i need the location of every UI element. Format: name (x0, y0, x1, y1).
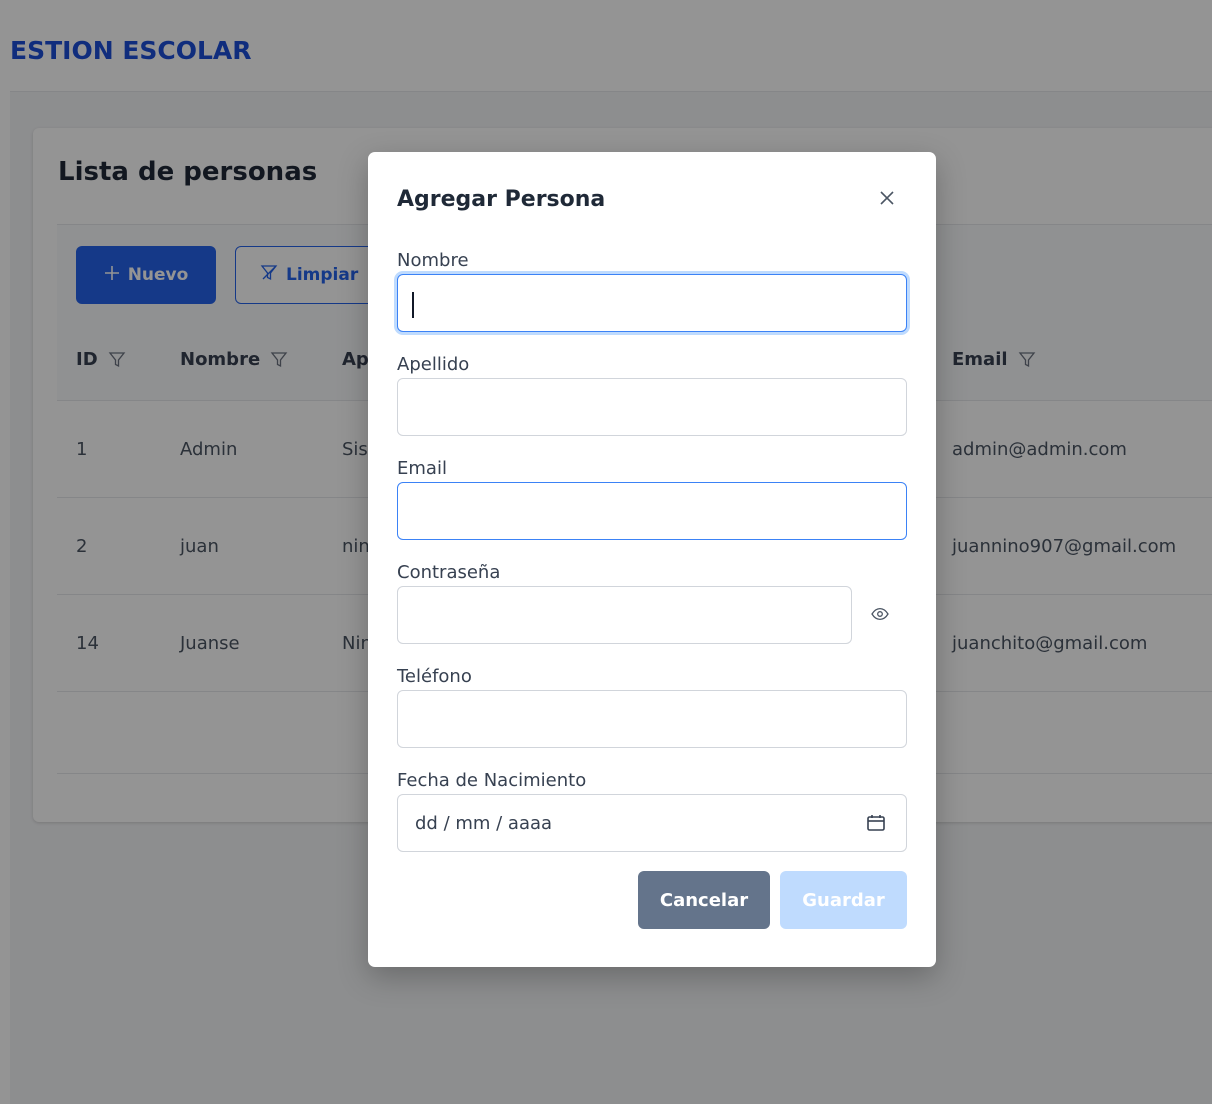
email-label: Email (397, 458, 447, 479)
page: ESTION ESCOLAR Lista de personas Nuevo L… (0, 0, 1212, 1104)
add-person-dialog: Agregar Persona Nombre Apellido Email Co… (368, 152, 936, 967)
calendar-icon[interactable] (865, 812, 887, 834)
save-button[interactable]: Guardar (780, 871, 907, 929)
text-caret (412, 292, 414, 318)
nombre-input[interactable] (397, 274, 907, 332)
email-input[interactable] (397, 482, 907, 540)
close-button[interactable] (875, 188, 899, 212)
fecha-input[interactable] (397, 794, 907, 852)
close-icon (878, 189, 896, 211)
password-input[interactable] (397, 586, 852, 644)
dialog-title: Agregar Persona (397, 187, 606, 212)
toggle-password-button[interactable] (865, 600, 895, 630)
fecha-label: Fecha de Nacimiento (397, 770, 587, 791)
telefono-input[interactable] (397, 690, 907, 748)
telefono-label: Teléfono (397, 666, 472, 687)
cancel-button[interactable]: Cancelar (638, 871, 770, 929)
apellido-label: Apellido (397, 354, 470, 375)
eye-icon (871, 606, 889, 625)
apellido-input[interactable] (397, 378, 907, 436)
password-label: Contraseña (397, 562, 501, 583)
nombre-label: Nombre (397, 250, 469, 271)
